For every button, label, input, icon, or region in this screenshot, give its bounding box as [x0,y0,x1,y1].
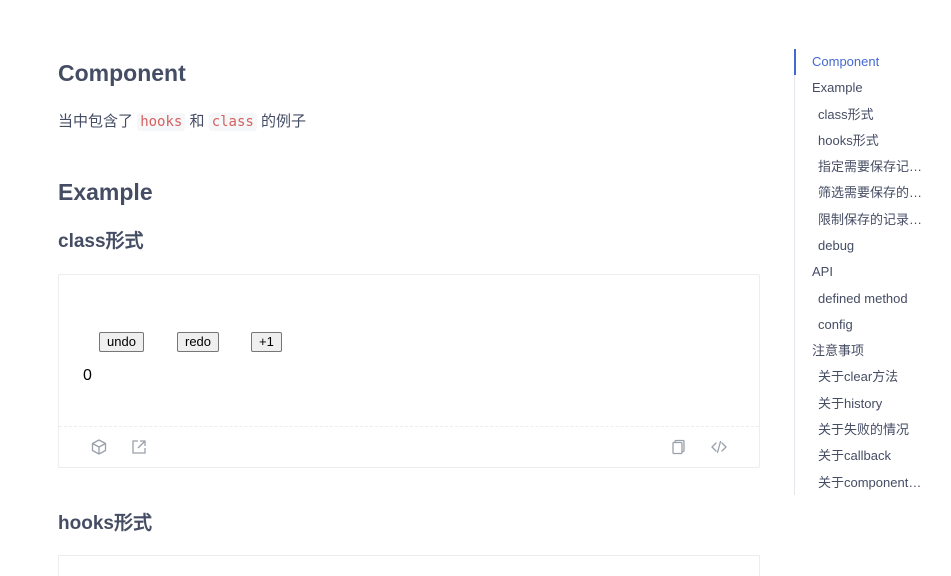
toc-item-failure[interactable]: 关于失败的情况 [818,421,909,439]
toc-item-component-did-update[interactable]: 关于componentDidUpdate [818,474,923,492]
toc-item-hooks[interactable]: hooks形式 [818,132,879,150]
demo-actions-bar [59,426,759,467]
copy-icon[interactable] [670,438,688,456]
toc-item-defined-method[interactable]: defined method [818,290,908,308]
toc-item-limit-records[interactable]: 限制保存的记录数量 [818,211,923,229]
demo-preview-hooks [58,555,760,576]
codesandbox-icon[interactable] [90,438,108,456]
toc-item-clear[interactable]: 关于clear方法 [818,368,898,386]
demo-preview-class: undo redo +1 0 [58,274,760,468]
inline-code-class: class [208,113,257,131]
toc-item-config[interactable]: config [818,316,853,334]
class-heading: class形式 [58,231,144,252]
hooks-heading: hooks形式 [58,513,152,534]
intro-text: 当中包含了 hooks 和 class 的例子 [58,110,306,134]
toc-item-filter-data[interactable]: 筛选需要保存的数据 [818,184,923,202]
redo-button[interactable]: redo [177,332,220,352]
toc-item-component[interactable]: Component [812,53,879,71]
page-title: Component [58,60,186,86]
code-icon[interactable] [710,438,728,456]
toc-item-notes[interactable]: 注意事项 [812,342,864,360]
toc-item-api[interactable]: API [812,263,833,281]
table-of-contents: Component Example class形式 hooks形式 指定需要保存… [794,49,945,495]
inline-code-hooks: hooks [137,113,186,131]
undo-button[interactable]: undo [99,332,144,352]
increment-button[interactable]: +1 [251,332,282,352]
toc-active-indicator [794,49,796,75]
toc-item-example[interactable]: Example [812,79,863,97]
toc-item-debug[interactable]: debug [818,237,854,255]
intro-mid: 和 [189,113,205,130]
intro-prefix: 当中包含了 [58,113,134,130]
toc-item-specify-data[interactable]: 指定需要保存记录的数据 [818,158,923,176]
example-heading: Example [58,179,153,205]
toc-item-callback[interactable]: 关于callback [818,447,891,465]
toc-item-class[interactable]: class形式 [818,106,874,124]
counter-value: 0 [83,367,92,384]
toc-item-history[interactable]: 关于history [818,395,882,413]
external-link-icon[interactable] [130,438,148,456]
intro-suffix: 的例子 [261,113,307,130]
